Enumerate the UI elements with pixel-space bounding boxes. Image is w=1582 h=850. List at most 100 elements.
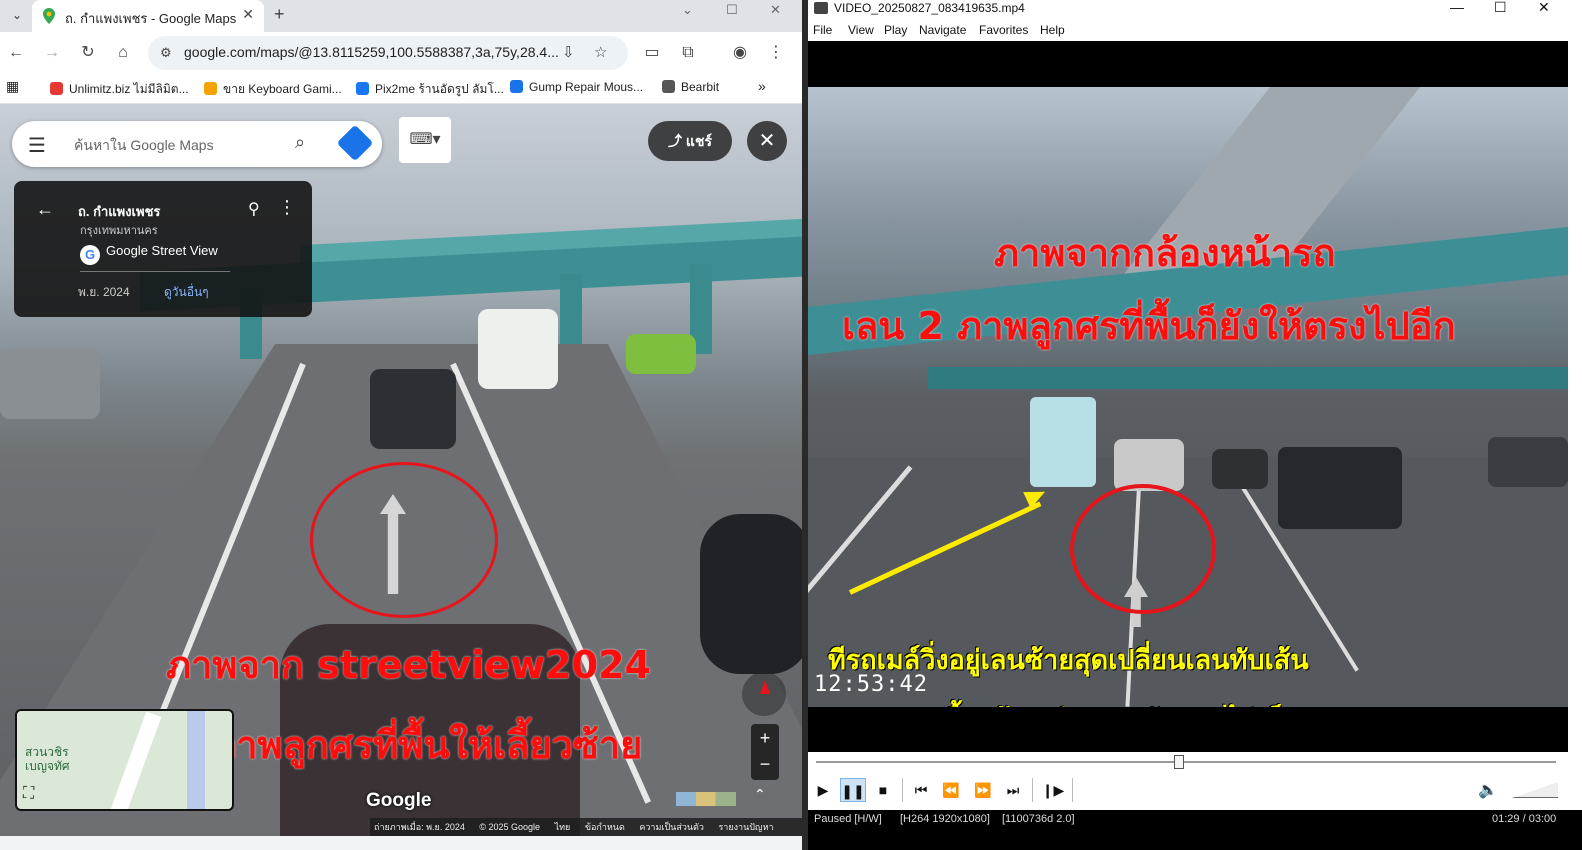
separator — [1032, 778, 1033, 802]
google-g-icon: G — [80, 245, 100, 265]
expand-map-icon[interactable]: ⛶ — [23, 785, 43, 805]
player-app-icon — [814, 2, 828, 14]
tab-title: ถ. กำแพงเพชร - Google Maps — [65, 11, 237, 26]
bookmark-item[interactable]: Bearbit — [662, 80, 719, 94]
location-pin-icon[interactable]: ⚲ — [248, 199, 260, 219]
privacy-link[interactable]: ความเป็นส่วนตัว — [639, 822, 704, 832]
close-icon[interactable]: ✕ — [1538, 0, 1550, 16]
tab-search-toolbar-icon[interactable]: ▭ — [640, 41, 664, 65]
zoom-out-button[interactable]: − — [751, 752, 779, 780]
tab-google-maps[interactable]: ถ. กำแพงเพชร - Google Maps ✕ — [32, 0, 264, 32]
player-menu-bar: File View Play Navigate Favorites Help — [808, 21, 1582, 41]
next-icon[interactable]: ⏭ — [1000, 778, 1026, 802]
video-area[interactable]: ภาพจากกล้องหน้ารถ เลน 2 ภาพลูกศรที่พื้นก… — [808, 41, 1568, 752]
more-bookmarks-icon[interactable]: » — [758, 78, 766, 94]
menu-favorites[interactable]: Favorites — [979, 23, 1028, 37]
seek-bar[interactable] — [808, 752, 1582, 772]
chevron-up-icon[interactable]: ⌃ — [754, 786, 766, 803]
minimize-icon[interactable]: — — [1450, 0, 1464, 15]
fast-forward-icon[interactable]: ⏩ — [970, 778, 996, 802]
bookmark-item[interactable]: Gump Repair Mous... — [510, 80, 643, 94]
maps-footer: ถ่ายภาพเมื่อ: พ.ย. 2024 © 2025 Google ไท… — [370, 818, 802, 836]
seek-thumb[interactable] — [1173, 755, 1184, 769]
directions-icon[interactable] — [336, 124, 374, 162]
previous-icon[interactable]: ⏮ — [908, 778, 934, 802]
play-icon[interactable]: ▶ — [810, 778, 836, 802]
dashcam-timestamp: 12:53:42 — [814, 672, 928, 697]
terms-link[interactable]: ข้อกำหนด — [585, 822, 625, 832]
menu-navigate[interactable]: Navigate — [919, 23, 966, 37]
menu-play[interactable]: Play — [884, 23, 907, 37]
reload-icon[interactable]: ↻ — [76, 41, 100, 65]
rewind-icon[interactable]: ⏪ — [938, 778, 964, 802]
menu-view[interactable]: View — [848, 23, 874, 37]
menu-icon[interactable]: ☰ — [28, 133, 46, 158]
profile-icon[interactable]: ◉ — [728, 41, 752, 65]
address-bar[interactable]: ⚙ google.com/maps/@13.8115259,100.558838… — [148, 36, 628, 70]
imagery-thumbnails[interactable] — [676, 792, 736, 806]
tab-search-icon[interactable]: ⌄ — [6, 4, 28, 26]
bookmark-label: ขาย Keyboard Gami... — [223, 82, 342, 96]
tab-close-icon[interactable]: ✕ — [242, 6, 254, 23]
menu-file[interactable]: File — [813, 23, 832, 37]
install-app-icon[interactable]: ⇩ — [562, 43, 575, 61]
bookmark-favicon-icon — [204, 82, 217, 95]
player-bottom — [808, 830, 1582, 850]
bus — [1030, 397, 1096, 487]
minimap-road — [187, 711, 205, 809]
place-region: กรุงเทพมหานคร — [80, 225, 158, 237]
pause-icon[interactable]: ❚❚ — [840, 778, 866, 802]
window-close-icon[interactable]: ✕ — [770, 2, 781, 18]
maps-search-box[interactable]: ☰ ค้นหาใน Google Maps ⌕ — [12, 121, 382, 167]
tab-strip: ⌄ ถ. กำแพงเพชร - Google Maps ✕ + ⌄ ☐ ✕ — [0, 0, 802, 32]
forward-icon[interactable]: → — [40, 41, 64, 65]
keyboard-icon[interactable]: ⌨▾ — [399, 117, 451, 163]
menu-help[interactable]: Help — [1040, 23, 1065, 37]
maximize-icon[interactable]: ☐ — [726, 2, 738, 18]
bookmark-favicon-icon — [356, 82, 369, 95]
chrome-menu-icon[interactable]: ⋮ — [764, 41, 788, 65]
url-text: google.com/maps/@13.8115259,100.5588387,… — [184, 44, 559, 60]
zoom-in-button[interactable]: + — [751, 724, 779, 752]
maximize-icon[interactable]: ☐ — [1494, 0, 1507, 16]
bookmark-label: Bearbit — [681, 80, 720, 94]
home-icon[interactable]: ⌂ — [111, 41, 135, 65]
bookmark-item[interactable]: ขาย Keyboard Gami... — [204, 80, 342, 99]
new-tab-icon[interactable]: + — [274, 4, 285, 25]
bookmark-label: Pix2me ร้านอัดรูป ลัมโ... — [375, 82, 504, 96]
browser-toolbar: ← → ↻ ⌂ ⚙ google.com/maps/@13.8115259,10… — [0, 32, 802, 74]
seek-track[interactable] — [816, 761, 1556, 763]
zoom-control[interactable]: + − — [751, 724, 779, 780]
stop-icon[interactable]: ■ — [870, 778, 896, 802]
status-audio: [1100736d 2.0] — [1002, 813, 1075, 825]
window-menu-icon[interactable]: ⌄ — [682, 2, 693, 18]
pickup-truck — [0, 349, 100, 419]
bookmark-item[interactable]: Unlimitz.biz ไม่มีลิมิต... — [50, 80, 189, 99]
extensions-icon[interactable]: ⧉ — [676, 41, 700, 65]
volume-icon[interactable]: 🔈 — [1478, 780, 1498, 800]
street-view-source: G Google Street View — [80, 243, 218, 265]
compass-icon[interactable] — [742, 672, 786, 716]
back-arrow-icon[interactable]: ← — [36, 199, 54, 220]
separator — [902, 778, 903, 802]
close-street-view-button[interactable]: ✕ — [747, 121, 787, 161]
search-icon[interactable]: ⌕ — [295, 132, 305, 153]
street-view-info-card: ← ถ. กำแพงเพชร กรุงเทพมหานคร ⚲ ⋮ G Google… — [14, 181, 312, 317]
back-icon[interactable]: ← — [4, 41, 28, 65]
search-input[interactable]: ค้นหาใน Google Maps — [74, 135, 214, 157]
street-view-panorama[interactable]: ภาพจาก streetview2024 เลน 2 ภาพลูกศรที่พ… — [0, 104, 802, 836]
bookmark-star-icon[interactable]: ☆ — [594, 43, 607, 61]
bookmark-item[interactable]: Pix2me ร้านอัดรูป ลัมโ... — [356, 80, 504, 99]
volume-slider[interactable] — [1512, 782, 1558, 798]
more-options-icon[interactable]: ⋮ — [278, 197, 296, 218]
site-info-icon[interactable]: ⚙ — [160, 45, 172, 61]
mini-map[interactable]: สวนวชิร เบญจทัศ ⛶ — [15, 709, 234, 811]
see-more-dates-link[interactable]: ดูวันอื่นๆ — [164, 283, 209, 302]
media-player-window: VIDEO_20250827_083419635.mp4 — ☐ ✕ File … — [808, 0, 1582, 850]
dashcam-title: ภาพจากกล้องหน้ารถ — [994, 231, 1336, 275]
share-button[interactable]: ⤴ แชร์ — [648, 121, 732, 161]
report-problem-link[interactable]: รายงานปัญหา — [718, 822, 773, 832]
frame-step-icon[interactable]: ❙▶ — [1040, 778, 1066, 802]
apps-grid-icon[interactable]: ▦ — [6, 78, 19, 95]
language-link[interactable]: ไทย — [555, 822, 571, 832]
